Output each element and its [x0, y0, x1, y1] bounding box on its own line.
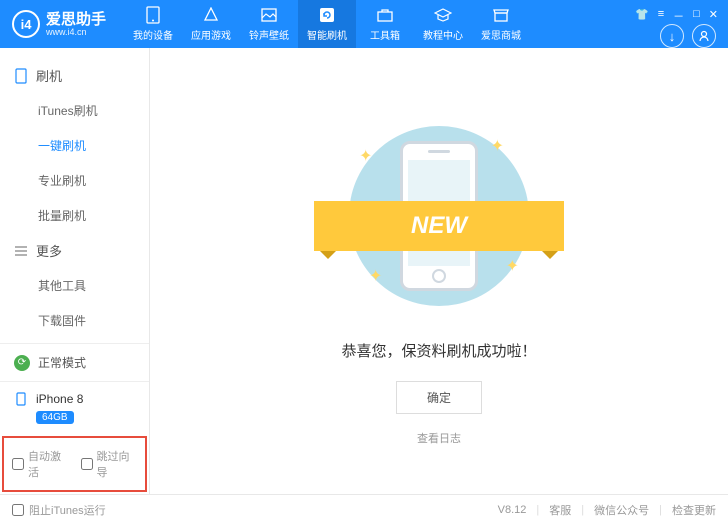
minimize-icon[interactable]: － [673, 8, 684, 24]
device-name: iPhone 8 [36, 392, 83, 406]
sidebar-item-other-tools[interactable]: 其他工具 [0, 268, 149, 303]
wechat-link[interactable]: 微信公众号 [594, 502, 649, 518]
auto-activate-checkbox[interactable]: 自动激活 [12, 448, 69, 480]
bottom-options: 自动激活 跳过向导 [2, 436, 147, 492]
download-button[interactable]: ↓ [660, 24, 684, 48]
graduation-icon [434, 6, 452, 24]
sidebar-item-oneclick-flash[interactable]: 一键刷机 [0, 128, 149, 163]
view-log-link[interactable]: 查看日志 [417, 430, 461, 446]
nav-store[interactable]: 爱思商城 [472, 0, 530, 48]
image-icon [260, 6, 278, 24]
refresh-icon [318, 6, 336, 24]
device-phone-icon [14, 392, 28, 406]
sidebar-group-flash[interactable]: 刷机 [0, 58, 149, 93]
close-icon[interactable]: ✕ [709, 8, 718, 24]
statusbar: 阻止iTunes运行 V8.12 | 客服 | 微信公众号 | 检查更新 [0, 494, 728, 524]
logo-text: 爱思助手 [46, 12, 106, 27]
device-block[interactable]: iPhone 8 64GB [0, 381, 149, 434]
store-icon [492, 6, 510, 24]
titlebar: i4 爱思助手 www.i4.cn 我的设备 应用游戏 铃声壁纸 智能刷机 工具… [0, 0, 728, 48]
success-message: 恭喜您，保资料刷机成功啦！ [341, 340, 536, 361]
logo-icon: i4 [12, 10, 40, 38]
version-label: V8.12 [498, 504, 527, 516]
phone-outline-icon [14, 69, 28, 83]
menu-icon[interactable]: ≡ [658, 8, 664, 24]
sidebar-item-itunes-flash[interactable]: iTunes刷机 [0, 93, 149, 128]
sidebar-item-pro-flash[interactable]: 专业刷机 [0, 163, 149, 198]
logo-url: www.i4.cn [46, 27, 106, 37]
nav-toolbox[interactable]: 工具箱 [356, 0, 414, 48]
user-button[interactable] [692, 24, 716, 48]
device-mode[interactable]: ⟳ 正常模式 [0, 343, 149, 381]
top-nav: 我的设备 应用游戏 铃声壁纸 智能刷机 工具箱 教程中心 爱思商城 [124, 0, 530, 48]
nav-ringtones[interactable]: 铃声壁纸 [240, 0, 298, 48]
apps-icon [202, 6, 220, 24]
nav-tutorials[interactable]: 教程中心 [414, 0, 472, 48]
app-logo[interactable]: i4 爱思助手 www.i4.cn [0, 10, 118, 38]
sidebar: 刷机 iTunes刷机 一键刷机 专业刷机 批量刷机 更多 其他工具 下载固件 … [0, 48, 150, 494]
check-update-link[interactable]: 检查更新 [672, 502, 716, 518]
main-content: ✦✦✦✦ NEW 恭喜您，保资料刷机成功啦！ 确定 查看日志 [150, 48, 728, 494]
menu-lines-icon [14, 244, 28, 258]
phone-icon [144, 6, 162, 24]
window-controls: 👕 ≡ － □ ✕ [635, 4, 728, 24]
sidebar-group-more[interactable]: 更多 [0, 233, 149, 268]
skin-icon[interactable]: 👕 [635, 8, 649, 24]
confirm-button[interactable]: 确定 [396, 381, 482, 414]
success-illustration: ✦✦✦✦ NEW [339, 116, 539, 316]
storage-badge: 64GB [36, 411, 74, 424]
sidebar-item-download-firmware[interactable]: 下载固件 [0, 303, 149, 338]
skip-guide-checkbox[interactable]: 跳过向导 [81, 448, 138, 480]
sidebar-item-batch-flash[interactable]: 批量刷机 [0, 198, 149, 233]
toolbox-icon [376, 6, 394, 24]
block-itunes-checkbox[interactable]: 阻止iTunes运行 [12, 502, 106, 518]
refresh-status-icon: ⟳ [14, 355, 30, 371]
nav-flash[interactable]: 智能刷机 [298, 0, 356, 48]
customer-service-link[interactable]: 客服 [549, 502, 571, 518]
nav-my-device[interactable]: 我的设备 [124, 0, 182, 48]
new-banner: NEW [314, 201, 564, 251]
maximize-icon[interactable]: □ [693, 8, 700, 24]
nav-apps[interactable]: 应用游戏 [182, 0, 240, 48]
